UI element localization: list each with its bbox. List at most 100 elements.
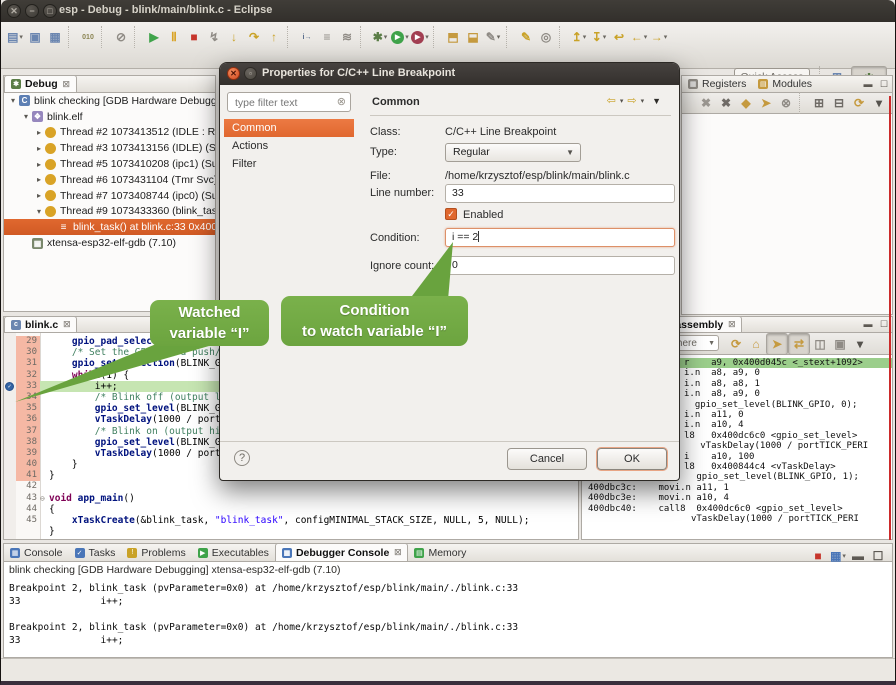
forward-arrow-icon[interactable]: ⇨ [627,94,636,107]
breakpoint-margin[interactable] [4,347,16,358]
back-arrow-icon[interactable]: ⇦ [607,94,616,107]
code-line[interactable]: 45 xTaskCreate(&blink_task, "blink_task"… [4,515,578,526]
dialog-close-icon[interactable]: ✕ [227,67,240,80]
add-watchpoint-button[interactable]: ◆ [736,93,756,113]
breakpoint-margin[interactable] [4,336,16,347]
debug-tree-item[interactable]: ▸Thread #2 1073413512 (IDLE : Running) [4,125,215,141]
help-button[interactable]: ? [234,450,250,466]
condition-input[interactable]: i == 2 [445,228,675,247]
breakpoint-margin[interactable] [4,493,16,504]
step-return-button[interactable]: ↑ [264,27,284,47]
view-menu-button[interactable]: ▾ [850,334,870,354]
ok-button[interactable]: OK [597,448,667,470]
debug-tree-item[interactable]: ▾❖blink.elf [4,109,215,125]
type-dropdown[interactable]: Regular ▼ [445,143,581,162]
breakpoint-margin[interactable]: ✓ [4,381,16,392]
breakpoint-icon[interactable]: ✓ [5,382,14,391]
breakpoint-margin[interactable] [4,358,16,369]
tab-modules[interactable]: ▤ Modules [752,76,818,92]
dialog-maximize-icon[interactable]: ▫ [244,67,257,80]
minimize-view-icon[interactable]: ▬ [860,78,876,92]
breakpoint-margin[interactable] [4,526,16,537]
fold-collapse-icon[interactable]: ⊖ [40,493,49,504]
filter-input[interactable] [233,94,337,112]
next-annotation-button[interactable]: ↧▾ [589,27,609,47]
debug-button[interactable]: ✱▾ [370,27,390,47]
maximize-view-icon[interactable]: ☐ [876,78,892,92]
cancel-button[interactable]: Cancel [507,448,587,470]
tab-memory[interactable]: ▤Memory [408,544,472,561]
open-element-button[interactable]: ⬒ [443,27,463,47]
restore-default-type-button[interactable]: ⊗ [776,93,796,113]
close-tab-icon[interactable]: ☒ [728,320,735,329]
tab-blink-c[interactable]: c blink.c ☒ [4,316,77,332]
run-button[interactable]: ▶▾ [390,27,410,47]
forward-button[interactable]: →▾ [649,27,669,47]
code-line[interactable]: 43⊖void app_main() [4,493,578,504]
breakpoint-margin[interactable] [4,504,16,515]
previous-annotation-button[interactable]: ↥▾ [569,27,589,47]
run-external-tools-button[interactable]: ▶▾ [410,27,430,47]
back-button[interactable]: ←▾ [629,27,649,47]
refresh-button[interactable]: ⟳ [849,93,869,113]
breakpoint-margin[interactable] [4,370,16,381]
debug-tree-item[interactable]: ▾Cblink checking [GDB Hardware Debugging… [4,93,215,109]
debug-tree-item[interactable]: ▸Thread #3 1073413156 (IDLE) (Suspended) [4,140,215,156]
tab-console[interactable]: ▦Console [4,544,69,561]
debug-tree-item[interactable]: ≡blink_task() at blink.c:33 0x400dbc28 [4,219,215,235]
collapse-icon[interactable]: ▾ [21,112,31,121]
terminate-button[interactable]: ■ [184,27,204,47]
collapse-all-button[interactable]: ⊟ [829,93,849,113]
code-line[interactable]: 42 [4,481,578,492]
build-binary-button[interactable]: 010 [78,27,98,47]
code-line[interactable]: 44{ [4,504,578,515]
save-all-button[interactable]: ▦ [45,27,65,47]
tab-debugger-console[interactable]: ▦Debugger Console☒ [275,543,409,561]
tab-executables[interactable]: ▶Executables [192,544,275,561]
dialog-nav-common[interactable]: Common [224,119,354,137]
breakpoint-margin[interactable] [4,448,16,459]
debug-tree-item[interactable]: ▾Thread #9 1073433360 (blink_task : Susp… [4,204,215,220]
collapse-icon[interactable]: ▾ [8,96,18,105]
debug-tree-item[interactable]: ▸Thread #7 1073408744 (ipc0) (Suspended) [4,188,215,204]
clear-filter-icon[interactable]: ⊗ [337,95,346,108]
debug-tree-item[interactable]: ▸Thread #6 1073431104 (Tmr Svc) (Suspend… [4,172,215,188]
breakpoint-margin[interactable] [4,470,16,481]
last-edit-location-button[interactable]: ↩ [609,27,629,47]
tab-tasks[interactable]: ✓Tasks [69,544,122,561]
step-over-button[interactable]: ↷ [244,27,264,47]
skip-all-breakpoints-button[interactable]: ⊘ [111,27,131,47]
use-step-filters-button[interactable]: ≋ [337,27,357,47]
cast-to-type-button[interactable]: ➤ [756,93,776,113]
tab-registers[interactable]: ▦ Registers [682,76,752,92]
tab-debug[interactable]: ✱ Debug ☒ [4,75,77,92]
resume-button[interactable]: ▶ [144,27,164,47]
expand-icon[interactable]: ▸ [34,175,44,184]
collapse-icon[interactable]: ▾ [34,207,44,216]
code-line[interactable]: } [4,526,578,537]
window-minimize-icon[interactable]: − [25,4,39,18]
instruction-stepping-button[interactable]: i→ [297,27,317,47]
save-button[interactable]: ▣ [25,27,45,47]
dialog-nav-actions[interactable]: Actions [224,137,354,155]
open-new-view-button[interactable]: ▣ [830,334,850,354]
expand-all-button[interactable]: ⊞ [809,93,829,113]
open-resource-button[interactable]: ⬓ [463,27,483,47]
view-menu-button[interactable]: ▾ [869,93,889,113]
sync-with-selection-button[interactable]: ⇄ [788,333,810,355]
new-wizard-button[interactable]: ▤▾ [5,27,25,47]
breakpoint-margin[interactable] [4,459,16,470]
toggle-mark-occurrences-button[interactable]: ✎ [516,27,536,47]
expand-icon[interactable]: ▸ [34,128,44,137]
remove-all-button[interactable]: ✖ [716,93,736,113]
link-with-editor-button[interactable]: ◎ [536,27,556,47]
breakpoint-margin[interactable] [4,481,16,492]
debug-tree-item[interactable]: ▸Thread #5 1073410208 (ipc1) (Suspended) [4,156,215,172]
breakpoint-margin[interactable] [4,392,16,403]
breakpoint-margin[interactable] [4,426,16,437]
expand-icon[interactable]: ▸ [34,191,44,200]
close-tab-icon[interactable]: ☒ [63,320,70,329]
remove-selected-button[interactable]: ✖ [696,93,716,113]
refresh-view-button[interactable]: ⟳ [726,334,746,354]
dialog-nav-filter[interactable]: Filter [224,155,354,173]
